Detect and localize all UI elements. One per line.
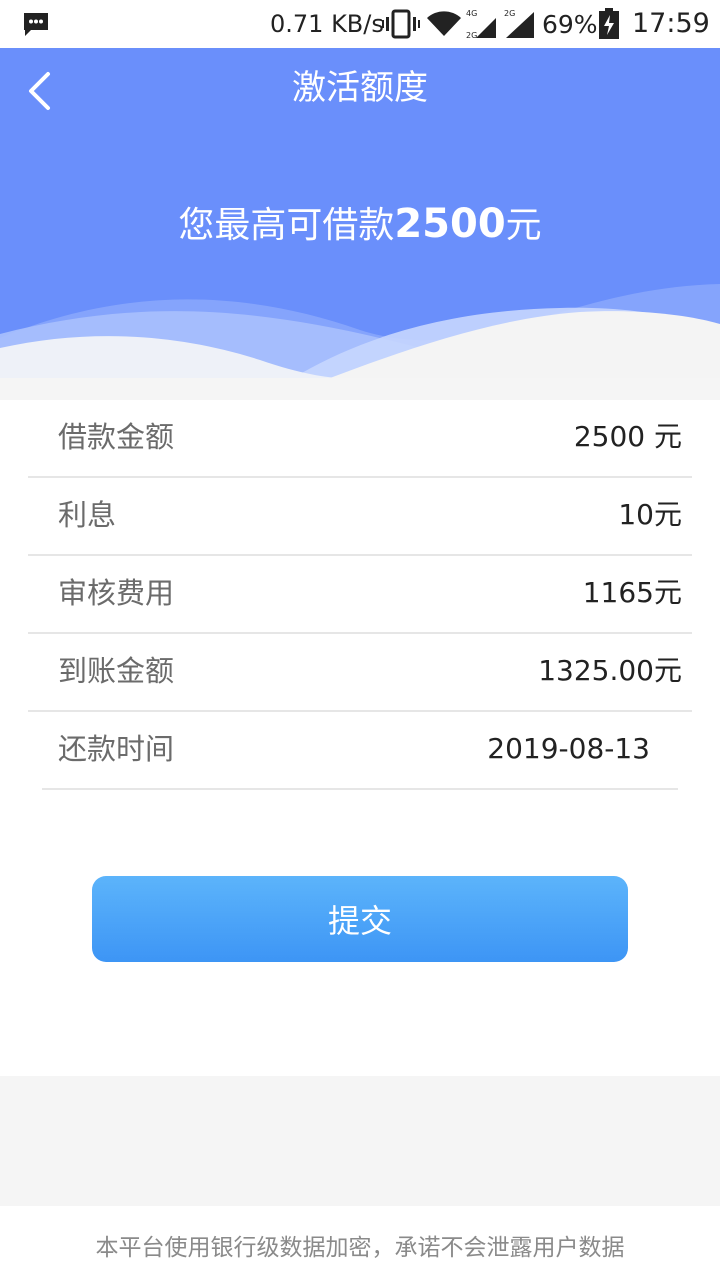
detail-label: 到账金额 <box>58 654 175 688</box>
battery-percent: 69% <box>542 10 598 39</box>
footer: 本平台使用银行级数据加密，承诺不会泄露用户数据 <box>0 1206 720 1280</box>
wifi-icon <box>427 11 461 36</box>
detail-label: 审核费用 <box>58 576 175 610</box>
detail-row-received-amount: 到账金额 1325.00元 <box>28 634 692 712</box>
header-banner: 激活额度 您最高可借款2500元 <box>0 48 720 378</box>
detail-row-loan-amount: 借款金额 2500 元 <box>28 400 692 478</box>
loan-details-card: 借款金额 2500 元 利息 10元 审核费用 1165元 到账金额 1325.… <box>0 400 720 1076</box>
hero-prefix: 您最高可借款 <box>178 205 395 246</box>
clock: 17:59 <box>632 8 710 39</box>
detail-label: 还款时间 <box>58 732 175 766</box>
detail-label: 利息 <box>58 498 117 532</box>
network-speed: 0.71 KB/s <box>270 10 384 38</box>
hero-suffix: 元 <box>505 205 542 246</box>
signal-4g-icon: 4G 2G <box>466 9 496 40</box>
status-bar: 0.71 KB/s 4G 2G 2G 69% 17:59 <box>0 0 720 48</box>
detail-row-interest: 利息 10元 <box>28 478 692 556</box>
submit-button[interactable]: 提交 <box>92 876 628 962</box>
detail-value: 10元 <box>618 498 682 531</box>
detail-value: 2500 元 <box>573 420 682 453</box>
detail-value: 1165元 <box>582 576 682 609</box>
detail-row-review-fee: 审核费用 1165元 <box>28 556 692 634</box>
signal-2g-icon: 2G <box>504 9 534 38</box>
message-icon <box>24 13 48 36</box>
vibrate-icon <box>382 9 420 39</box>
detail-label: 借款金额 <box>58 420 175 454</box>
svg-text:2G: 2G <box>504 9 515 18</box>
detail-value: 1325.00元 <box>538 654 682 687</box>
credit-limit-text: 您最高可借款2500元 <box>0 200 720 250</box>
security-note: 本平台使用银行级数据加密，承诺不会泄露用户数据 <box>95 1235 625 1261</box>
svg-text:4G: 4G <box>466 9 477 18</box>
hero-amount: 2500 <box>394 201 506 247</box>
battery-charging-icon <box>599 8 619 39</box>
detail-row-repayment-date: 还款时间 2019-08-13 <box>42 712 678 790</box>
detail-value: 2019-08-13 <box>487 732 650 765</box>
page-title: 激活额度 <box>292 68 428 108</box>
svg-text:2G: 2G <box>466 31 477 40</box>
